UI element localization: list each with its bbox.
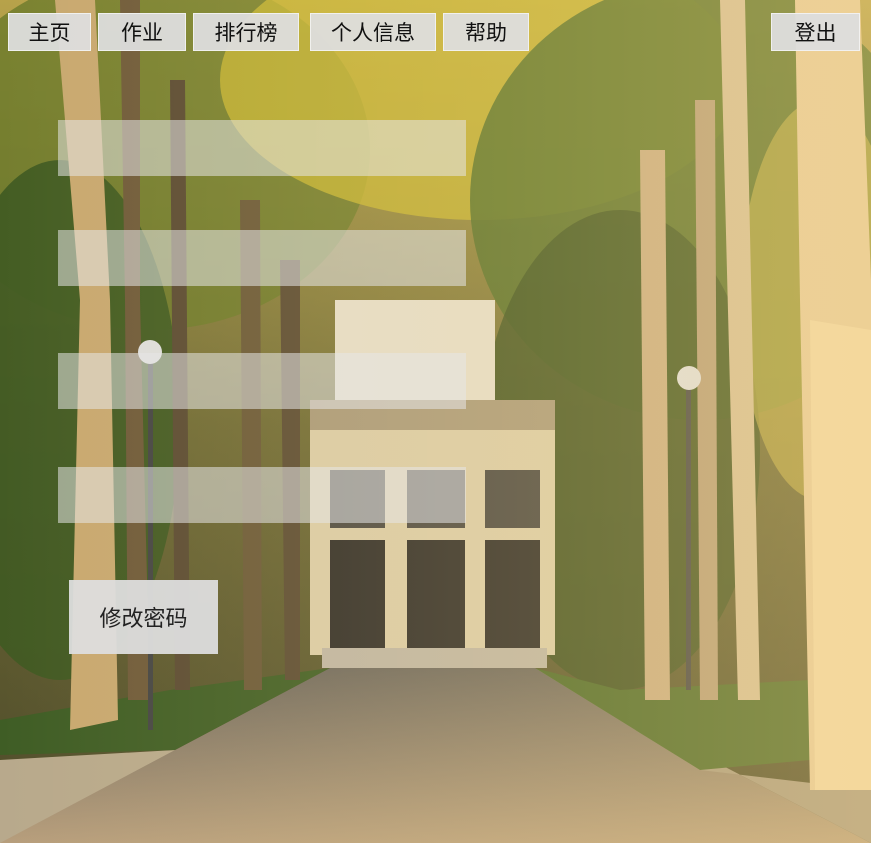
form-field-3[interactable]: [58, 353, 466, 409]
form-field-1[interactable]: [58, 120, 466, 176]
nav-help-button[interactable]: 帮助: [443, 13, 529, 51]
nav-profile-button[interactable]: 个人信息: [310, 13, 436, 51]
change-password-button[interactable]: 修改密码: [69, 580, 218, 654]
nav-logout-button[interactable]: 登出: [771, 13, 860, 51]
form-field-4[interactable]: [58, 467, 466, 523]
nav-home-button[interactable]: 主页: [8, 13, 91, 51]
nav-ranking-button[interactable]: 排行榜: [193, 13, 299, 51]
form-field-2[interactable]: [58, 230, 466, 286]
nav-homework-button[interactable]: 作业: [98, 13, 186, 51]
